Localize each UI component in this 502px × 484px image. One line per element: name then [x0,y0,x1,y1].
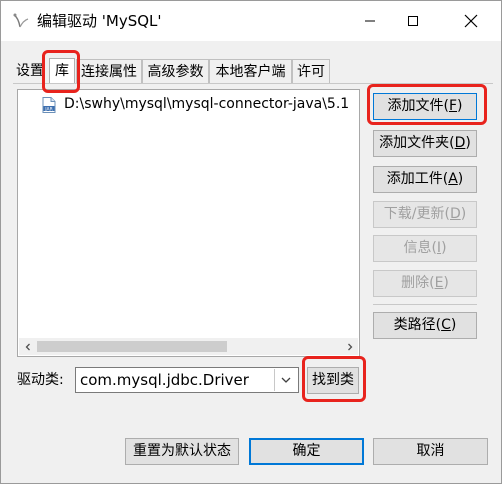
add-artifact-label: 添加工件( [386,171,449,187]
classpath-label-end: ) [450,317,457,333]
button-separator [373,304,477,305]
maximize-button[interactable] [390,1,436,41]
classpath-hotkey: C [441,317,451,333]
tab-local-client[interactable]: 本地客户端 [209,59,292,83]
close-button[interactable] [448,1,494,41]
tab-connection-properties[interactable]: 连接属性 [76,59,142,83]
add-folder-label-end: ) [465,135,471,151]
add-folder-label: 添加文件夹( [379,135,455,151]
add-artifact-label-end: ) [457,171,464,187]
minimize-icon [365,20,375,22]
chevron-down-icon [281,377,291,383]
tab-license[interactable]: 许可 [292,59,330,83]
classpath-label: 类路径( [393,317,442,333]
driver-class-label: 驱动类: [17,372,64,388]
chevron-left-icon [25,343,30,350]
info-button[interactable]: 信息(I) [373,235,477,262]
highlight-library-tab [42,50,80,93]
add-artifact-hotkey: A [448,171,458,187]
cancel-button[interactable]: 取消 [373,438,488,465]
chevron-right-icon [347,343,352,350]
jar-file-icon: JAR [42,97,56,113]
window-title: 编辑驱动 'MySQL' [37,12,162,30]
download-update-button[interactable]: 下载/更新(D) [373,201,477,228]
driver-class-value: com.mysql.jdbc.Driver [80,371,249,389]
highlight-add-file [367,84,487,125]
ok-button[interactable]: 确定 [249,438,364,465]
add-folder-hotkey: D [454,135,466,151]
highlight-find-class [302,356,366,402]
download-update-label: 下载/更新( [383,206,450,222]
download-update-label-end: ) [460,206,467,222]
scroll-thumb[interactable] [37,341,227,352]
tab-advanced-parameters[interactable]: 高级参数 [142,59,209,83]
combo-divider [274,369,275,391]
reset-defaults-button[interactable]: 重置为默认状态 [125,438,239,465]
driver-class-select[interactable]: com.mysql.jdbc.Driver [75,367,299,393]
driver-app-icon [13,13,29,28]
delete-button[interactable]: 删除(E) [373,270,477,297]
scroll-right-button[interactable] [341,338,358,355]
scroll-left-button[interactable] [19,338,36,355]
title-bar: 编辑驱动 'MySQL' [1,1,501,41]
info-label: 信息( [403,240,437,256]
add-artifact-button[interactable]: 添加工件(A) [373,166,477,193]
download-update-hotkey: D [449,206,461,222]
driver-class-dropdown-button[interactable] [276,368,296,392]
maximize-icon [408,16,418,26]
add-folder-button[interactable]: 添加文件夹(D) [373,130,477,157]
delete-label: 删除( [401,275,435,291]
info-label-end: ) [441,240,447,256]
delete-label-end: ) [443,275,449,291]
library-path: D:\swhy\mysql\mysql-connector-java\5.1 [64,96,350,112]
minimize-button[interactable] [347,1,393,41]
library-file-list[interactable]: JAR D:\swhy\mysql\mysql-connector-java\5… [17,89,360,357]
close-icon [464,14,478,28]
edit-driver-dialog: 编辑驱动 'MySQL' 设置 库 连接属性 高级参数 本地客户端 许可 JAR… [0,0,502,484]
classpath-button[interactable]: 类路径(C) [373,312,477,339]
svg-text:JAR: JAR [44,106,52,112]
horizontal-scrollbar[interactable] [19,338,358,355]
